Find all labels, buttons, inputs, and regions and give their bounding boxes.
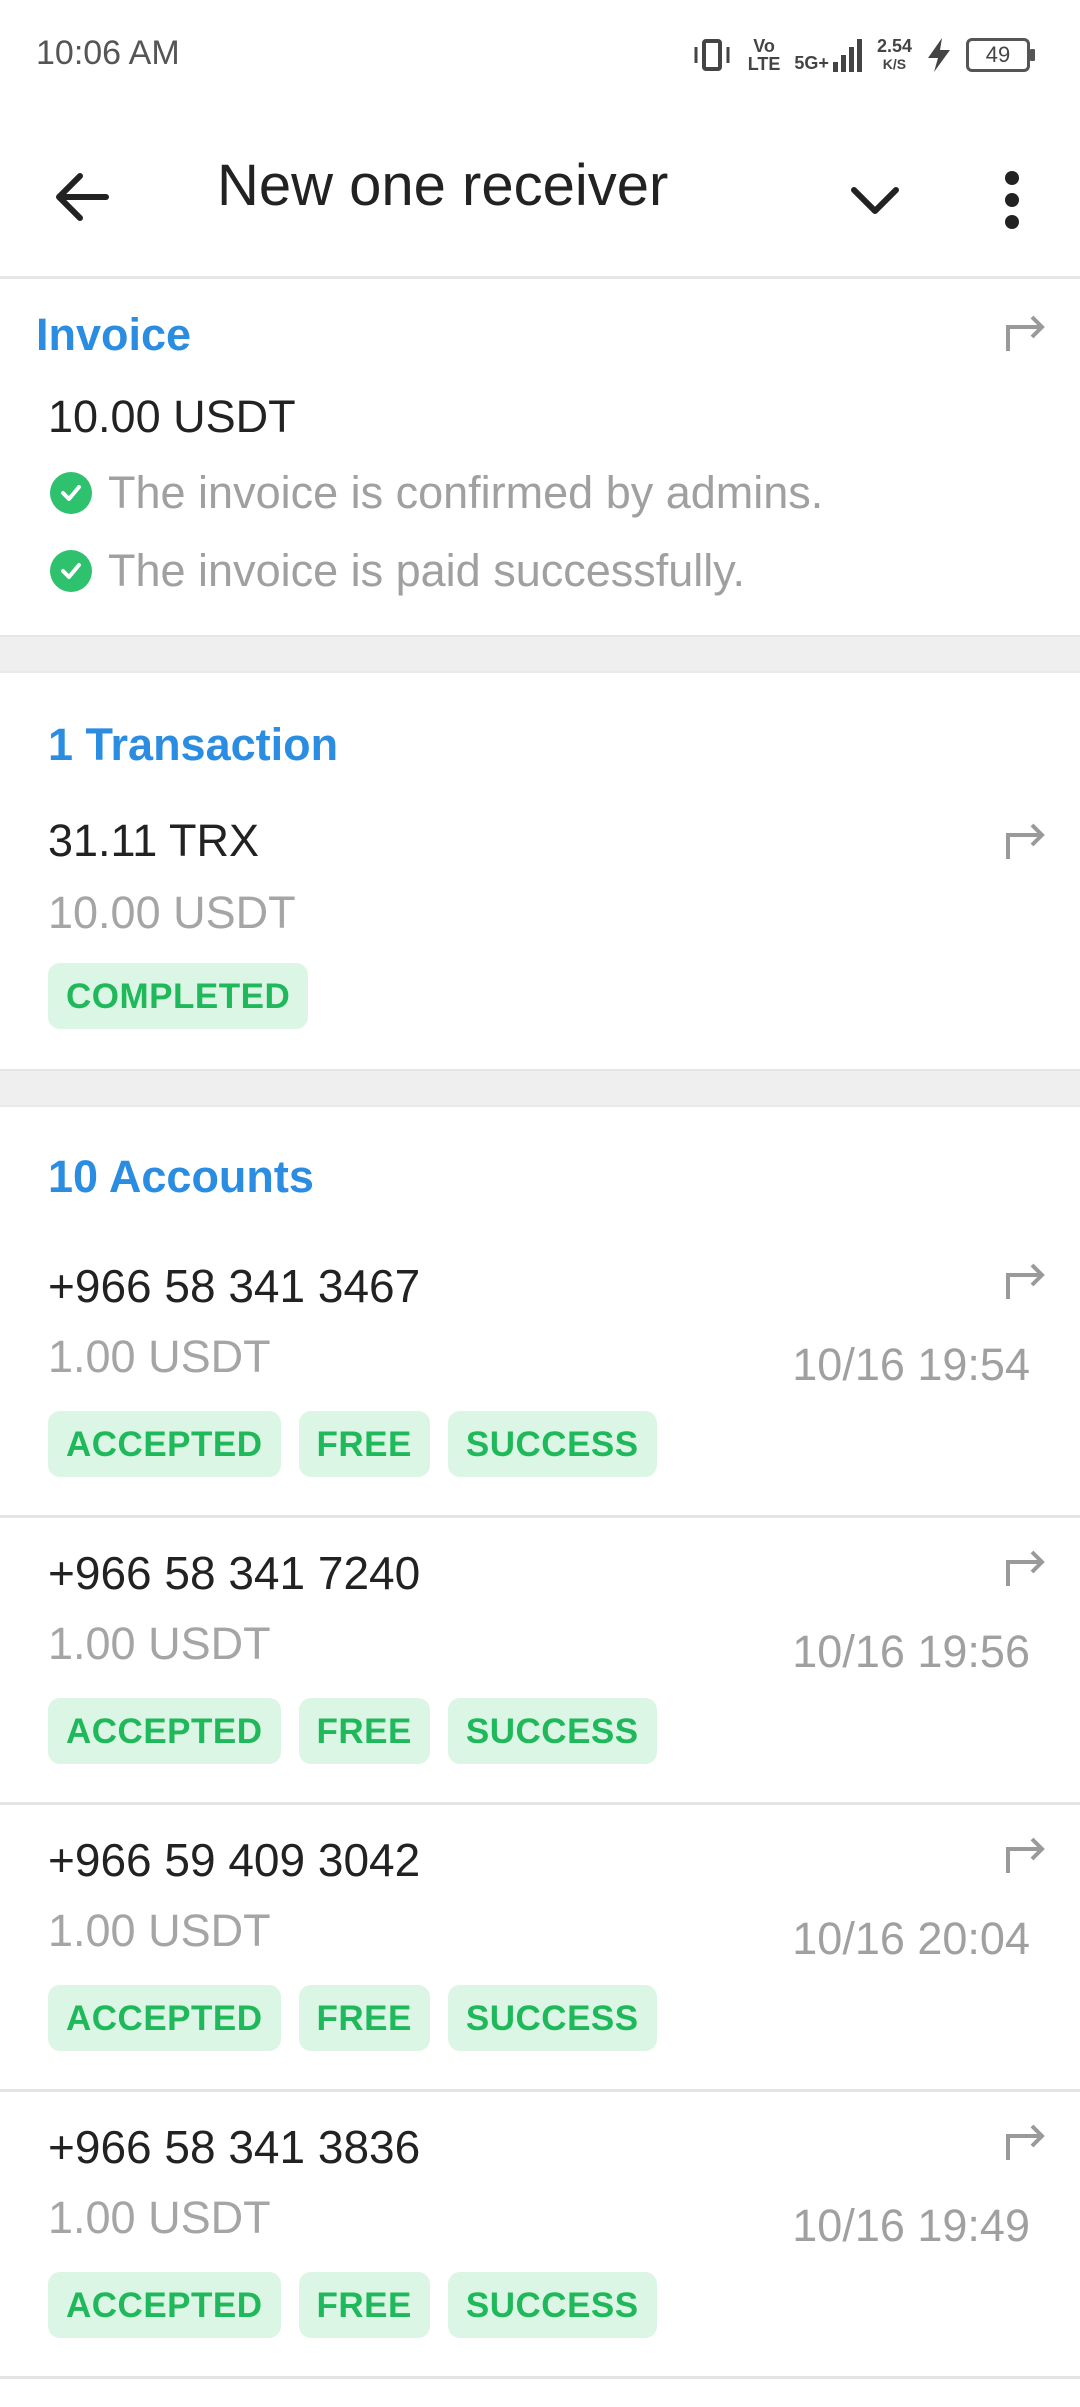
account-amount: 1.00 USDT: [48, 1618, 271, 1669]
app-bar: New one receiver: [0, 108, 1080, 279]
volte-bottom: LTE: [747, 54, 781, 74]
section-divider: [0, 1069, 1080, 1107]
transaction-amount: 31.11 TRX: [48, 815, 259, 866]
invoice-amount: 10.00 USDT: [48, 391, 296, 442]
free-badge: FREE: [298, 1411, 430, 1477]
network-type: 5G+: [794, 53, 829, 73]
account-phone: +966 58 341 7240: [48, 1547, 421, 1599]
arrow-left-icon: [56, 173, 109, 221]
invoice-status-confirmed: The invoice is confirmed by admins.: [50, 467, 823, 519]
status-time: 10:06 AM: [36, 34, 180, 72]
account-badges: ACCEPTED FREE SUCCESS: [48, 1698, 675, 1764]
accounts-header: 10 Accounts: [0, 1107, 1080, 1231]
transaction-sub-amount: 10.00 USDT: [48, 887, 296, 938]
section-divider: [0, 635, 1080, 673]
account-phone: +966 58 341 3467: [48, 1260, 421, 1312]
share-arrow-icon[interactable]: [1004, 1835, 1048, 1875]
vibrate-icon: [694, 39, 730, 71]
success-badge: SUCCESS: [447, 1985, 657, 2051]
battery-icon: 49: [966, 38, 1035, 72]
charging-icon: [928, 38, 950, 72]
invoice-status-paid: The invoice is paid successfully.: [50, 545, 745, 597]
invoice-status-text: The invoice is paid successfully.: [108, 545, 745, 596]
account-time: 10/16 19:49: [792, 2200, 1030, 2251]
signal-indicator: 5G+: [794, 38, 863, 72]
accepted-badge: ACCEPTED: [48, 1698, 281, 1764]
accounts-title: 10 Accounts: [48, 1151, 314, 1202]
status-badge: COMPLETED: [48, 963, 309, 1029]
page-title: New one receiver: [217, 153, 669, 218]
account-amount: 1.00 USDT: [48, 1905, 271, 1956]
transactions-section: 1 Transaction 31.11 TRX 10.00 USDT COMPL…: [0, 673, 1080, 1069]
check-circle-icon: [50, 550, 92, 592]
battery-level: 49: [985, 42, 1011, 67]
account-badges: ACCEPTED FREE SUCCESS: [48, 1411, 675, 1477]
back-button[interactable]: [46, 162, 116, 232]
free-badge: FREE: [298, 1698, 430, 1764]
status-bar: 10:06 AM Vo LTE 5G+ 2.54 K/S 49: [0, 0, 1080, 108]
account-amount: 1.00 USDT: [48, 1331, 271, 1382]
account-row[interactable]: +966 59 409 3042 1.00 USDT 10/16 20:04 A…: [0, 1805, 1080, 2092]
accounts-section: 10 Accounts +966 58 341 3467 1.00 USDT 1…: [0, 1107, 1080, 2379]
check-circle-icon: [50, 472, 92, 514]
accepted-badge: ACCEPTED: [48, 2272, 281, 2338]
status-icons: Vo LTE 5G+ 2.54 K/S 49: [692, 30, 1035, 80]
account-phone: +966 59 409 3042: [48, 1834, 421, 1886]
account-amount: 1.00 USDT: [48, 2192, 271, 2243]
account-time: 10/16 19:54: [792, 1339, 1030, 1390]
invoice-title: Invoice: [36, 309, 192, 360]
success-badge: SUCCESS: [447, 1698, 657, 1764]
share-arrow-icon[interactable]: [1004, 313, 1048, 353]
invoice-status-text: The invoice is confirmed by admins.: [108, 467, 824, 518]
volte-indicator: Vo LTE: [748, 37, 781, 73]
more-vert-icon: [1005, 171, 1019, 229]
accepted-badge: ACCEPTED: [48, 1985, 281, 2051]
signal-bars-icon: [832, 39, 862, 72]
account-row[interactable]: +966 58 341 7240 1.00 USDT 10/16 19:56 A…: [0, 1518, 1080, 1805]
transaction-item[interactable]: 31.11 TRX 10.00 USDT COMPLETED: [0, 793, 1080, 1069]
more-options-button[interactable]: [980, 160, 1040, 240]
account-row[interactable]: +966 58 341 3467 1.00 USDT 10/16 19:54 A…: [0, 1231, 1080, 1518]
volte-top: Vo: [753, 36, 775, 56]
transactions-title: 1 Transaction: [48, 719, 339, 770]
content: Invoice 10.00 USDT The invoice is confir…: [0, 279, 1080, 2379]
account-badges: ACCEPTED FREE SUCCESS: [48, 1985, 675, 2051]
speed-value: 2.54: [876, 36, 912, 56]
expand-button[interactable]: [840, 166, 910, 236]
accepted-badge: ACCEPTED: [48, 1411, 281, 1477]
chevron-down-icon: [851, 187, 899, 214]
account-row[interactable]: +966 58 341 3836 1.00 USDT 10/16 19:49 A…: [0, 2092, 1080, 2379]
success-badge: SUCCESS: [447, 1411, 657, 1477]
account-time: 10/16 20:04: [792, 1913, 1030, 1964]
free-badge: FREE: [298, 2272, 430, 2338]
invoice-section[interactable]: Invoice 10.00 USDT The invoice is confir…: [0, 279, 1080, 635]
account-phone: +966 58 341 3836: [48, 2121, 421, 2173]
share-arrow-icon[interactable]: [1004, 2122, 1048, 2162]
share-arrow-icon[interactable]: [1004, 1548, 1048, 1588]
speed-unit: K/S: [882, 56, 907, 72]
transaction-badges: COMPLETED: [48, 963, 326, 1029]
account-time: 10/16 19:56: [792, 1626, 1030, 1677]
share-arrow-icon[interactable]: [1004, 1261, 1048, 1301]
net-speed: 2.54 K/S: [877, 37, 912, 73]
free-badge: FREE: [298, 1985, 430, 2051]
account-badges: ACCEPTED FREE SUCCESS: [48, 2272, 675, 2338]
success-badge: SUCCESS: [447, 2272, 657, 2338]
share-arrow-icon[interactable]: [1004, 821, 1048, 861]
